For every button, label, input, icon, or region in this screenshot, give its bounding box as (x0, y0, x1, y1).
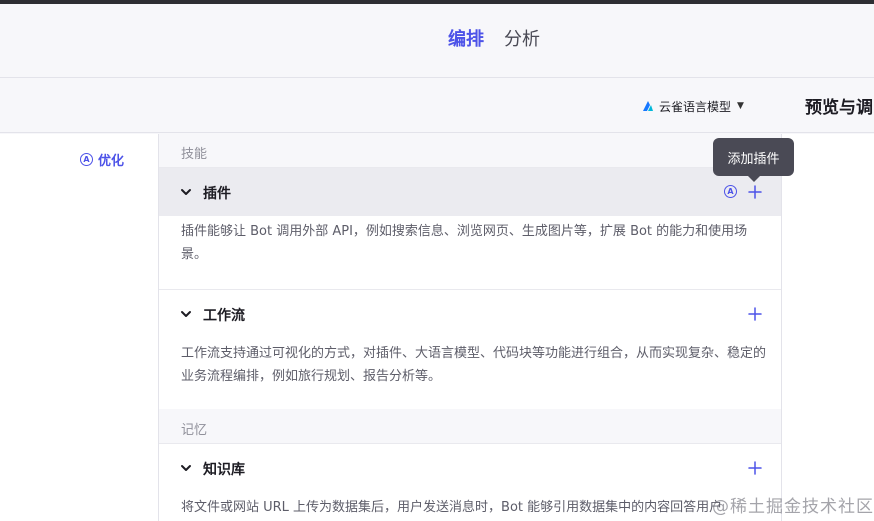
plugin-card-header[interactable]: 插件 A (159, 168, 781, 216)
workflow-title: 工作流 (203, 308, 245, 324)
workflow-card: 工作流 工作流支持通过可视化的方式，对插件、大语言模型、代码块等功能进行组合，从… (159, 289, 781, 409)
section-label-skills: 技能 (181, 147, 208, 162)
knowledge-description: 将文件或网站 URL 上传为数据集后，用户发送消息时，Bot 能够引用数据集中的… (181, 500, 723, 515)
knowledge-card-header[interactable]: 知识库 (159, 444, 781, 492)
model-selector[interactable]: 云雀语言模型 ▼ (642, 97, 744, 115)
add-plugin-icon[interactable] (747, 184, 763, 200)
auto-optimize-icon: A (80, 153, 93, 166)
model-logo-icon (643, 101, 653, 111)
add-plugin-tooltip: 添加插件 (713, 138, 794, 176)
knowledge-title: 知识库 (203, 462, 245, 478)
knowledge-card: 知识库 将文件或网站 URL 上传为数据集后，用户发送消息时，Bot 能够引用数… (159, 443, 781, 521)
workflow-description: 工作流支持通过可视化的方式，对插件、大语言模型、代码块等功能进行组合，从而实现复… (181, 346, 767, 384)
chevron-down-icon[interactable] (179, 307, 193, 321)
chevron-down-icon[interactable] (179, 185, 193, 199)
preview-title: 预览与调 (805, 98, 873, 118)
workflow-card-header[interactable]: 工作流 (159, 290, 781, 338)
add-knowledge-icon[interactable] (747, 460, 763, 476)
chevron-down-icon[interactable] (179, 461, 193, 475)
model-name: 云雀语言模型 (659, 99, 732, 114)
watermark: @稀土掘金技术社区 (712, 497, 874, 517)
toolbar: 云雀语言模型 ▼ 预览与调 (0, 79, 874, 133)
caret-down-icon: ▼ (737, 101, 744, 111)
tab-arrange[interactable]: 编排 (448, 28, 484, 52)
tab-analyze[interactable]: 分析 (504, 28, 540, 52)
preview-panel (782, 134, 874, 521)
mode-tabs: 编排 分析 (0, 4, 874, 78)
plugin-title: 插件 (203, 186, 231, 202)
section-label-memory: 记忆 (181, 423, 208, 438)
auto-add-icon[interactable]: A (724, 185, 737, 198)
tooltip-arrow (748, 176, 760, 182)
plugin-description: 插件能够让 Bot 调用外部 API，例如搜索信息、浏览网页、生成图片等，扩展 … (181, 224, 748, 262)
plugin-card: 插件 A 插件能够让 Bot 调用外部 API，例如搜索信息、浏览网页、生成图片… (159, 167, 781, 289)
add-workflow-icon[interactable] (747, 306, 763, 322)
optimize-label: 优化 (98, 154, 125, 169)
optimize-button[interactable]: A 优化 (80, 150, 124, 169)
skills-panel: 技能 插件 A 插件能够让 Bot 调用外部 API，例如搜索信息、浏览网页、生… (158, 134, 782, 521)
left-panel: A 优化 (0, 134, 158, 521)
